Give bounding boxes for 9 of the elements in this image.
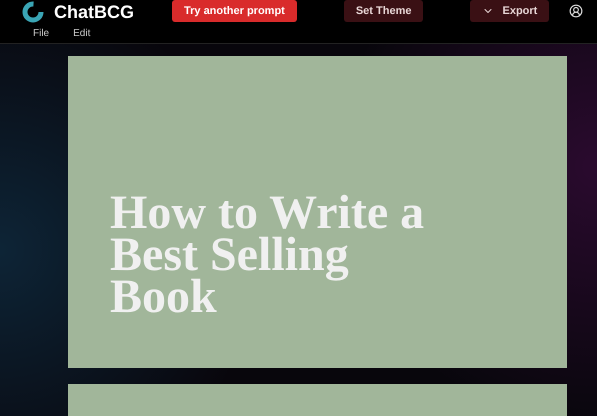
menu-item[interactable]: File xyxy=(33,28,50,39)
profile-icon[interactable] xyxy=(569,4,583,18)
menu-item[interactable]: Edit xyxy=(73,28,90,39)
logo-icon xyxy=(22,1,44,23)
app-name: ChatBCG xyxy=(54,2,134,22)
prompt-button[interactable]: Try another prompt xyxy=(172,0,297,22)
theme-button[interactable]: Set Theme xyxy=(344,0,424,22)
slide-title: How to Write a Best Selling Book xyxy=(110,192,426,318)
export-button[interactable]: Export xyxy=(470,0,550,22)
